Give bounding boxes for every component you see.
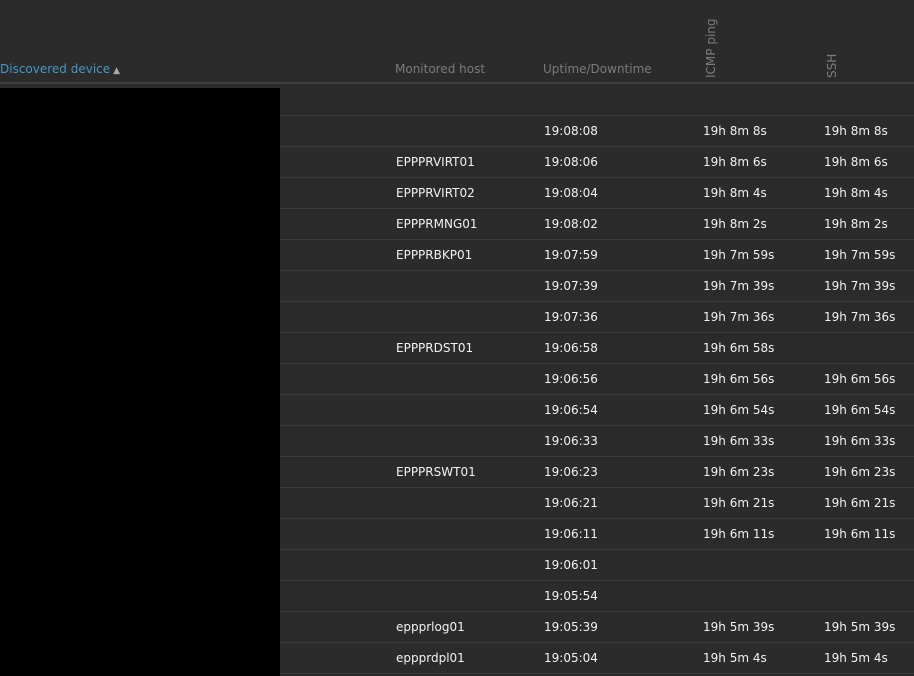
monitored-host-link[interactable]: eppprlog01 xyxy=(396,620,465,634)
icmp-ping-cell: 19h 8m 8s xyxy=(703,124,767,138)
ssh-cell: 19h 6m 23s xyxy=(824,465,896,479)
icmp-ping-cell: 19h 8m 4s xyxy=(703,186,767,200)
icmp-ping-cell: 19h 6m 56s xyxy=(703,372,775,386)
uptime-cell: 19:08:08 xyxy=(544,124,598,138)
uptime-cell: 19:08:04 xyxy=(544,186,598,200)
icmp-ping-cell: 19h 7m 36s xyxy=(703,310,775,324)
ssh-cell: 19h 8m 2s xyxy=(824,217,888,231)
redacted-device-column xyxy=(0,88,280,676)
monitored-host-link[interactable]: EPPPRSWT01 xyxy=(396,465,476,479)
uptime-cell: 19:06:54 xyxy=(544,403,598,417)
icmp-ping-cell: 19h 6m 11s xyxy=(703,527,775,541)
column-header-monitored-host: Monitored host xyxy=(395,62,486,76)
ssh-cell: 19h 7m 59s xyxy=(824,248,896,262)
ssh-cell: 19h 6m 56s xyxy=(824,372,896,386)
monitored-host-link[interactable]: EPPPRVIRT01 xyxy=(396,155,475,169)
monitored-host-link[interactable]: eppprdpl01 xyxy=(396,651,465,665)
ssh-cell: 19h 5m 4s xyxy=(824,651,888,665)
uptime-cell: 19:06:33 xyxy=(544,434,598,448)
ssh-cell: 19h 6m 21s xyxy=(824,496,896,510)
ssh-cell: 19h 8m 4s xyxy=(824,186,888,200)
ssh-cell: 19h 8m 6s xyxy=(824,155,888,169)
uptime-cell: 19:08:02 xyxy=(544,217,598,231)
icmp-ping-cell: 19h 6m 23s xyxy=(703,465,775,479)
uptime-cell: 19:07:36 xyxy=(544,310,598,324)
ssh-cell: 19h 6m 54s xyxy=(824,403,896,417)
monitored-host-link[interactable]: EPPPRMNG01 xyxy=(396,217,478,231)
ssh-cell: 19h 7m 36s xyxy=(824,310,896,324)
icmp-ping-cell: 19h 6m 54s xyxy=(703,403,775,417)
ssh-cell: 19h 7m 39s xyxy=(824,279,896,293)
icmp-ping-cell: 19h 6m 21s xyxy=(703,496,775,510)
monitored-host-link[interactable]: EPPPRVIRT02 xyxy=(396,186,475,200)
icmp-ping-cell: 19h 7m 39s xyxy=(703,279,775,293)
icmp-ping-cell: 19h 8m 6s xyxy=(703,155,767,169)
uptime-cell: 19:06:23 xyxy=(544,465,598,479)
icmp-ping-cell: 19h 5m 4s xyxy=(703,651,767,665)
uptime-cell: 19:08:06 xyxy=(544,155,598,169)
uptime-cell: 19:06:56 xyxy=(544,372,598,386)
uptime-cell: 19:05:39 xyxy=(544,620,598,634)
uptime-cell: 19:07:39 xyxy=(544,279,598,293)
monitored-host-link[interactable]: EPPPRDST01 xyxy=(396,341,473,355)
icmp-ping-cell: 19h 6m 33s xyxy=(703,434,775,448)
discovery-table-page: Discovered device ▲ Monitored host Uptime… xyxy=(0,0,914,676)
icmp-ping-cell: 19h 7m 59s xyxy=(703,248,775,262)
column-header-icmp-ping: ICMP ping xyxy=(704,18,718,79)
uptime-cell: 19:07:59 xyxy=(544,248,598,262)
column-header-discovered-device[interactable]: Discovered device ▲ xyxy=(0,62,120,76)
uptime-cell: 19:06:58 xyxy=(544,341,598,355)
icmp-ping-cell: 19h 5m 39s xyxy=(703,620,775,634)
ssh-cell: 19h 5m 39s xyxy=(824,620,896,634)
ssh-cell: 19h 6m 11s xyxy=(824,527,896,541)
uptime-cell: 19:05:04 xyxy=(544,651,598,665)
ssh-cell: 19h 8m 8s xyxy=(824,124,888,138)
uptime-cell: 19:06:11 xyxy=(544,527,598,541)
table-header: Discovered device ▲ Monitored host Uptime… xyxy=(0,0,914,84)
monitored-host-link[interactable]: EPPPRBKP01 xyxy=(396,248,472,262)
icmp-ping-cell: 19h 6m 58s xyxy=(703,341,775,355)
uptime-cell: 19:06:21 xyxy=(544,496,598,510)
ssh-cell: 19h 6m 33s xyxy=(824,434,896,448)
column-header-uptime: Uptime/Downtime xyxy=(543,62,652,76)
icmp-ping-cell: 19h 8m 2s xyxy=(703,217,767,231)
column-header-discovered-device-label: Discovered device xyxy=(0,62,111,76)
sort-ascending-icon: ▲ xyxy=(113,66,121,76)
column-header-ssh: SSH xyxy=(825,53,839,78)
uptime-cell: 19:06:01 xyxy=(544,558,598,572)
uptime-cell: 19:05:54 xyxy=(544,589,598,603)
